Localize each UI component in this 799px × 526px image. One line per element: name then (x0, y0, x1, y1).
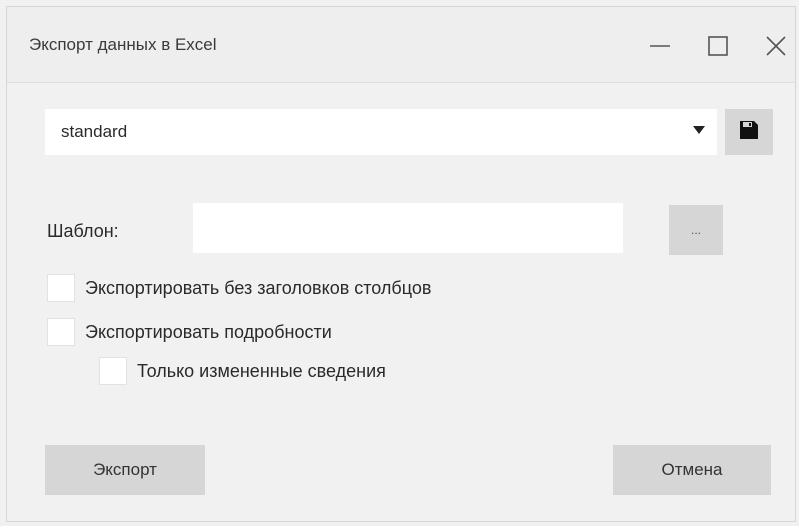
dialog-content: standard Шаблон: ... Экспортировать без … (7, 83, 795, 521)
no-headers-checkbox[interactable] (47, 274, 75, 302)
export-dialog: Экспорт данных в Excel standard Шаблон: … (6, 6, 796, 522)
close-icon (764, 34, 788, 58)
only-changed-checkbox[interactable] (99, 357, 127, 385)
minimize-button[interactable] (643, 29, 677, 63)
profile-dropdown[interactable]: standard (45, 109, 717, 155)
chevron-down-icon (693, 126, 705, 134)
floppy-disk-icon (739, 120, 759, 145)
no-headers-option[interactable]: Экспортировать без заголовков столбцов (47, 274, 431, 302)
maximize-icon (706, 34, 730, 58)
export-details-checkbox[interactable] (47, 318, 75, 346)
cancel-button[interactable]: Отмена (613, 445, 771, 495)
no-headers-label: Экспортировать без заголовков столбцов (85, 277, 432, 298)
title-bar: Экспорт данных в Excel (7, 7, 795, 83)
export-button[interactable]: Экспорт (45, 445, 205, 495)
only-changed-option[interactable]: Только измененные сведения (99, 357, 386, 385)
save-profile-button[interactable] (725, 109, 773, 155)
export-details-label: Экспортировать подробности (85, 321, 332, 342)
template-path-input[interactable] (193, 203, 623, 253)
profile-selected-value: standard (61, 122, 128, 141)
maximize-button[interactable] (701, 29, 735, 63)
only-changed-label: Только измененные сведения (137, 360, 386, 381)
browse-template-button[interactable]: ... (669, 205, 723, 255)
close-button[interactable] (759, 29, 793, 63)
export-details-option[interactable]: Экспортировать подробности (47, 318, 332, 346)
window-title: Экспорт данных в Excel (29, 35, 217, 54)
minimize-icon (648, 34, 672, 58)
template-label: Шаблон: (47, 221, 119, 241)
